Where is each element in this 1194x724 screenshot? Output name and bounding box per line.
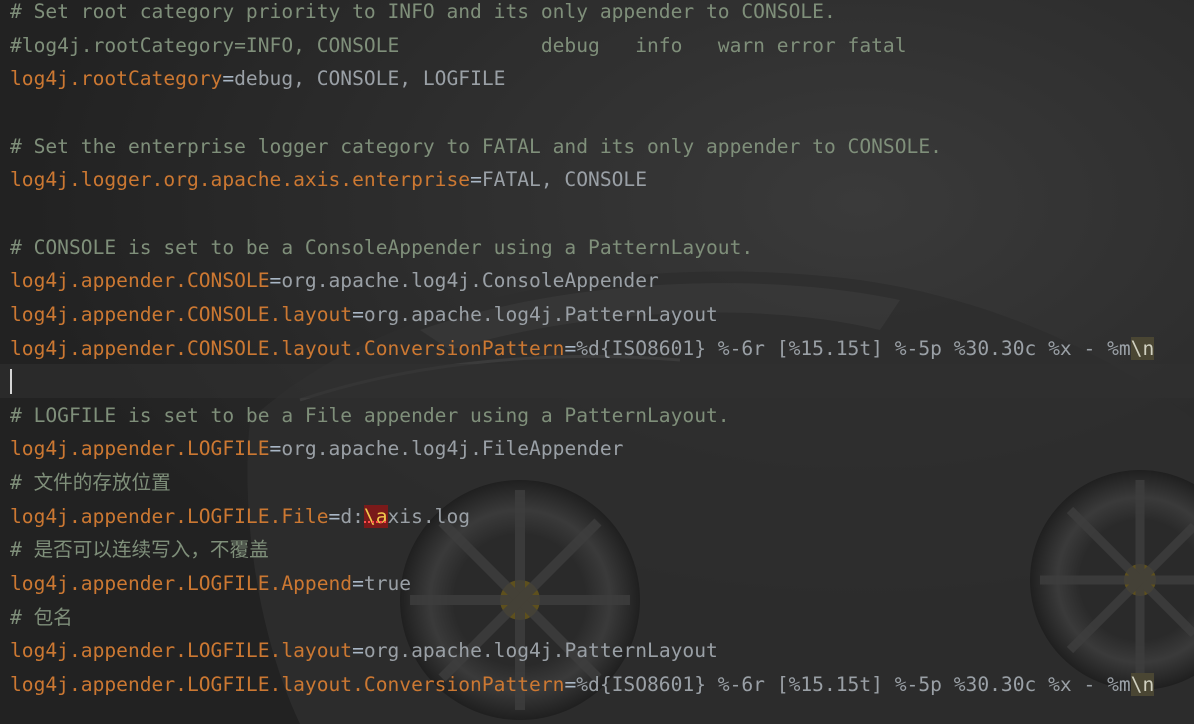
comment-text: # Set root category priority to INFO and…: [10, 0, 836, 23]
comment-text: # CONSOLE is set to be a ConsoleAppender…: [10, 235, 754, 259]
code-line[interactable]: # Set root category priority to INFO and…: [10, 0, 836, 29]
text-cursor: [10, 369, 12, 394]
code-line[interactable]: # CONSOLE is set to be a ConsoleAppender…: [10, 231, 753, 265]
code-line[interactable]: # 是否可以连续写入，不覆盖: [10, 533, 269, 567]
comment-text: # LOGFILE is set to be a File appender u…: [10, 403, 730, 427]
code-line[interactable]: # LOGFILE is set to be a File appender u…: [10, 399, 730, 433]
comment-text: # 包名: [10, 605, 73, 629]
equals-sign: =: [564, 673, 577, 696]
comment-text: # 文件的存放位置: [10, 471, 171, 495]
code-line[interactable]: log4j.logger.org.apache.axis.enterprise=…: [10, 163, 647, 197]
property-value: FATAL, CONSOLE: [481, 168, 648, 192]
property-value: true: [363, 572, 412, 596]
invalid-escape-highlight: \a: [363, 504, 388, 528]
equals-sign: =: [222, 67, 235, 91]
code-line[interactable]: # Set the enterprise logger category to …: [10, 130, 942, 164]
current-line-highlight: [0, 364, 1194, 398]
equals-sign: =: [470, 168, 482, 192]
equals-sign: =: [269, 269, 282, 293]
property-key: log4j.appender.LOGFILE.layout.Conversion…: [10, 673, 565, 696]
equals-sign: =: [352, 572, 364, 596]
property-key: log4j.appender.CONSOLE.layout: [10, 302, 353, 326]
code-line[interactable]: log4j.appender.CONSOLE.layout=org.apache…: [10, 298, 718, 332]
code-line[interactable]: log4j.appender.LOGFILE.layout.Conversion…: [10, 668, 1155, 702]
equals-sign: =: [352, 639, 364, 663]
property-value: %d{ISO8601} %-6r [%15.15t] %-5p %30.30c …: [576, 336, 1131, 360]
property-key: log4j.appender.LOGFILE: [10, 437, 270, 461]
property-key: log4j.appender.LOGFILE.Append: [10, 572, 353, 596]
code-line[interactable]: log4j.appender.LOGFILE.File=d:\axis.log: [10, 500, 470, 534]
code-editor[interactable]: # Set root category priority to INFO and…: [0, 0, 1194, 724]
property-value: %d{ISO8601} %-6r [%15.15t] %-5p %30.30c …: [576, 673, 1131, 696]
code-line[interactable]: log4j.appender.LOGFILE.Append=true: [10, 567, 411, 601]
comment-text: # Set the enterprise logger category to …: [10, 134, 942, 158]
code-line[interactable]: log4j.appender.CONSOLE.layout.Conversion…: [10, 332, 1155, 366]
property-value: debug, CONSOLE, LOGFILE: [234, 67, 506, 91]
equals-sign: =: [564, 336, 577, 360]
equals-sign: =: [328, 504, 341, 528]
property-value: org.apache.log4j.PatternLayout: [363, 639, 718, 663]
escape-sequence-highlight: \n: [1130, 336, 1155, 360]
code-line[interactable]: log4j.appender.LOGFILE.layout=org.apache…: [10, 634, 718, 668]
property-value: org.apache.log4j.ConsoleAppender: [281, 269, 659, 293]
property-key: log4j.appender.LOGFILE.layout: [10, 639, 353, 663]
equals-sign: =: [269, 437, 282, 461]
escape-sequence-highlight: \n: [1130, 673, 1155, 696]
comment-text: #log4j.rootCategory=INFO, CONSOLE debug …: [10, 33, 907, 57]
code-line[interactable]: # 文件的存放位置: [10, 466, 171, 500]
property-key: log4j.appender.LOGFILE.File: [10, 504, 329, 528]
property-value-rest: xis.log: [387, 504, 471, 528]
property-key: log4j.appender.CONSOLE.layout.Conversion…: [10, 336, 565, 360]
code-line[interactable]: log4j.appender.CONSOLE=org.apache.log4j.…: [10, 264, 659, 298]
code-line[interactable]: log4j.appender.LOGFILE=org.apache.log4j.…: [10, 432, 623, 466]
equals-sign: =: [352, 302, 364, 326]
code-line[interactable]: # 包名: [10, 601, 73, 635]
property-value: org.apache.log4j.FileAppender: [281, 437, 624, 461]
property-value: org.apache.log4j.PatternLayout: [363, 302, 718, 326]
property-key: log4j.rootCategory: [10, 67, 223, 91]
property-value: d:: [340, 504, 364, 528]
code-line[interactable]: log4j.rootCategory=debug, CONSOLE, LOGFI…: [10, 62, 505, 96]
code-line[interactable]: #log4j.rootCategory=INFO, CONSOLE debug …: [10, 29, 907, 63]
comment-text: # 是否可以连续写入，不覆盖: [10, 538, 269, 562]
property-key: log4j.appender.CONSOLE: [10, 269, 270, 293]
property-key: log4j.logger.org.apache.axis.enterprise: [10, 168, 471, 192]
